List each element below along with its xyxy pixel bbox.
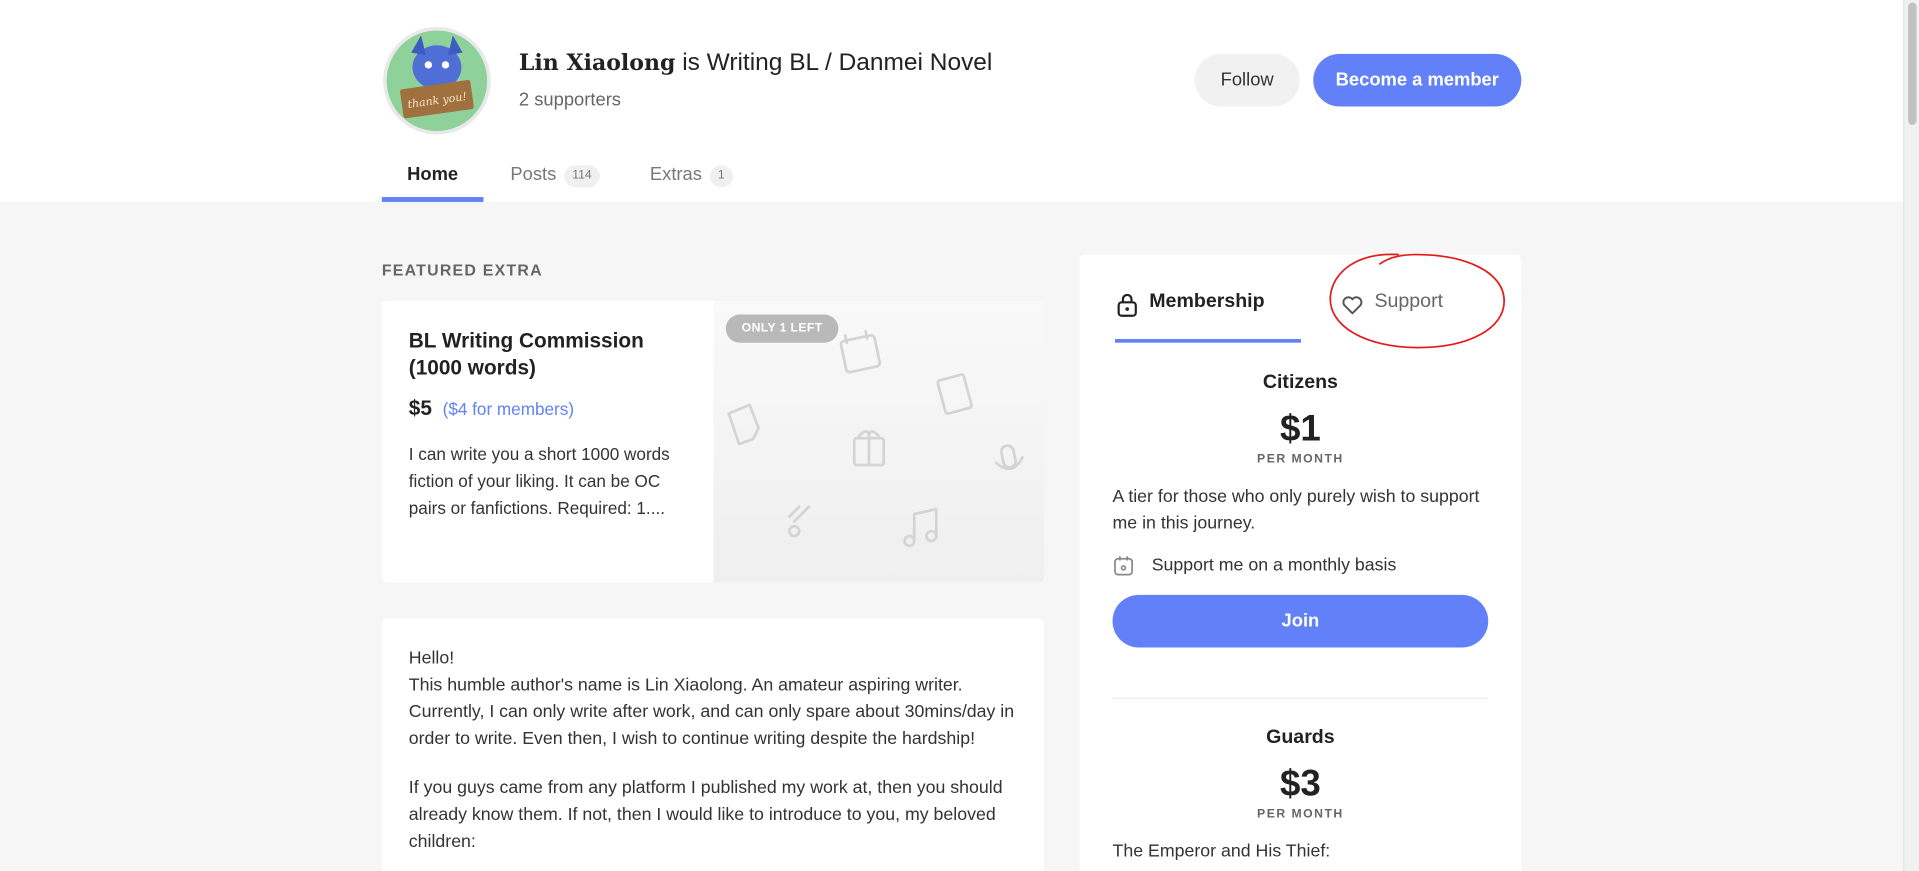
creator-header bbox=[0, 0, 1904, 202]
about-paragraph-1: Hello! This humble author's name is Lin … bbox=[408, 648, 1015, 750]
extra-artwork: ONLY 1 LEFT bbox=[713, 301, 1044, 583]
creator-title: Lin Xiaolong is Writing BL / Danmei Nove… bbox=[519, 49, 992, 77]
page-scrollbar[interactable] bbox=[1903, 0, 1919, 871]
tab-posts-count: 114 bbox=[563, 165, 601, 188]
tab-posts[interactable]: Posts 114 bbox=[510, 157, 623, 202]
tier-period: PER MONTH bbox=[1257, 452, 1344, 467]
featured-extra-card[interactable]: BL Writing Commission (1000 words) $5 ($… bbox=[381, 301, 1044, 583]
featured-section-label: FEATURED EXTRA bbox=[381, 260, 543, 280]
tier-citizens: Citizens $1 PER MONTH A tier for those w… bbox=[1112, 372, 1489, 648]
tier-divider bbox=[1112, 697, 1489, 699]
extra-price: $5 bbox=[408, 396, 432, 420]
heart-icon bbox=[1342, 296, 1363, 315]
lock-icon bbox=[1117, 293, 1137, 317]
extra-member-price: ($4 for members) bbox=[442, 398, 575, 419]
extra-description: I can write you a short 1000 words ficti… bbox=[408, 444, 670, 518]
tier-name: Citizens bbox=[1262, 372, 1338, 393]
extra-title: BL Writing Commission (1000 words) bbox=[408, 329, 644, 380]
tier-description: The Emperor and His Thief: bbox=[1112, 842, 1331, 862]
about-paragraph-2: If you guys came from any platform I pub… bbox=[408, 778, 1003, 852]
creator-title-suffix: is Writing BL / Danmei Novel bbox=[675, 48, 993, 76]
tier-name: Guards bbox=[1266, 726, 1335, 748]
about-card: Hello! This humble author's name is Lin … bbox=[381, 618, 1044, 871]
extra-price-line: $5 ($4 for members) bbox=[409, 397, 690, 421]
tab-extras-label: Extras bbox=[649, 164, 702, 185]
membership-panel: Membership Support Citizens $1 PER MONTH… bbox=[1079, 254, 1522, 871]
stock-badge: ONLY 1 LEFT bbox=[725, 314, 839, 343]
tab-extras[interactable]: Extras 1 bbox=[649, 157, 734, 202]
tab-extras-count: 1 bbox=[709, 165, 734, 188]
extra-pattern-icon bbox=[727, 329, 1024, 548]
tier-perk-label: Support me on a monthly basis bbox=[1151, 555, 1397, 576]
tab-home[interactable]: Home bbox=[381, 157, 484, 202]
tab-membership-label: Membership bbox=[1149, 291, 1265, 313]
profile-tabs: Home Posts 114 Extras 1 bbox=[381, 157, 734, 202]
follow-button[interactable]: Follow bbox=[1194, 53, 1300, 107]
tier-guards: Guards $3 PER MONTH The Emperor and His … bbox=[1113, 727, 1489, 865]
tab-posts-label: Posts bbox=[510, 164, 557, 185]
tab-support[interactable]: Support bbox=[1340, 291, 1443, 342]
creator-name[interactable]: Lin Xiaolong bbox=[519, 50, 675, 76]
calendar-icon bbox=[1114, 556, 1133, 576]
tier-description: A tier for those who only purely wish to… bbox=[1112, 487, 1480, 534]
tier-perk: Support me on a monthly basis bbox=[1113, 554, 1489, 576]
scrollbar-thumb[interactable] bbox=[1908, 2, 1917, 125]
tier-period: PER MONTH bbox=[1257, 807, 1344, 822]
tab-membership[interactable]: Membership bbox=[1114, 291, 1302, 343]
join-button[interactable]: Join bbox=[1112, 594, 1489, 648]
supporters-count: 2 supporters bbox=[518, 89, 621, 111]
avatar-dragon-icon: thank you! bbox=[386, 30, 488, 131]
creator-avatar[interactable]: thank you! bbox=[383, 26, 491, 135]
tier-price: $1 bbox=[1279, 408, 1321, 450]
tier-price: $3 bbox=[1279, 763, 1321, 805]
become-member-button[interactable]: Become a member bbox=[1313, 53, 1522, 107]
tab-support-label: Support bbox=[1374, 291, 1444, 313]
tab-home-label: Home bbox=[407, 164, 459, 185]
